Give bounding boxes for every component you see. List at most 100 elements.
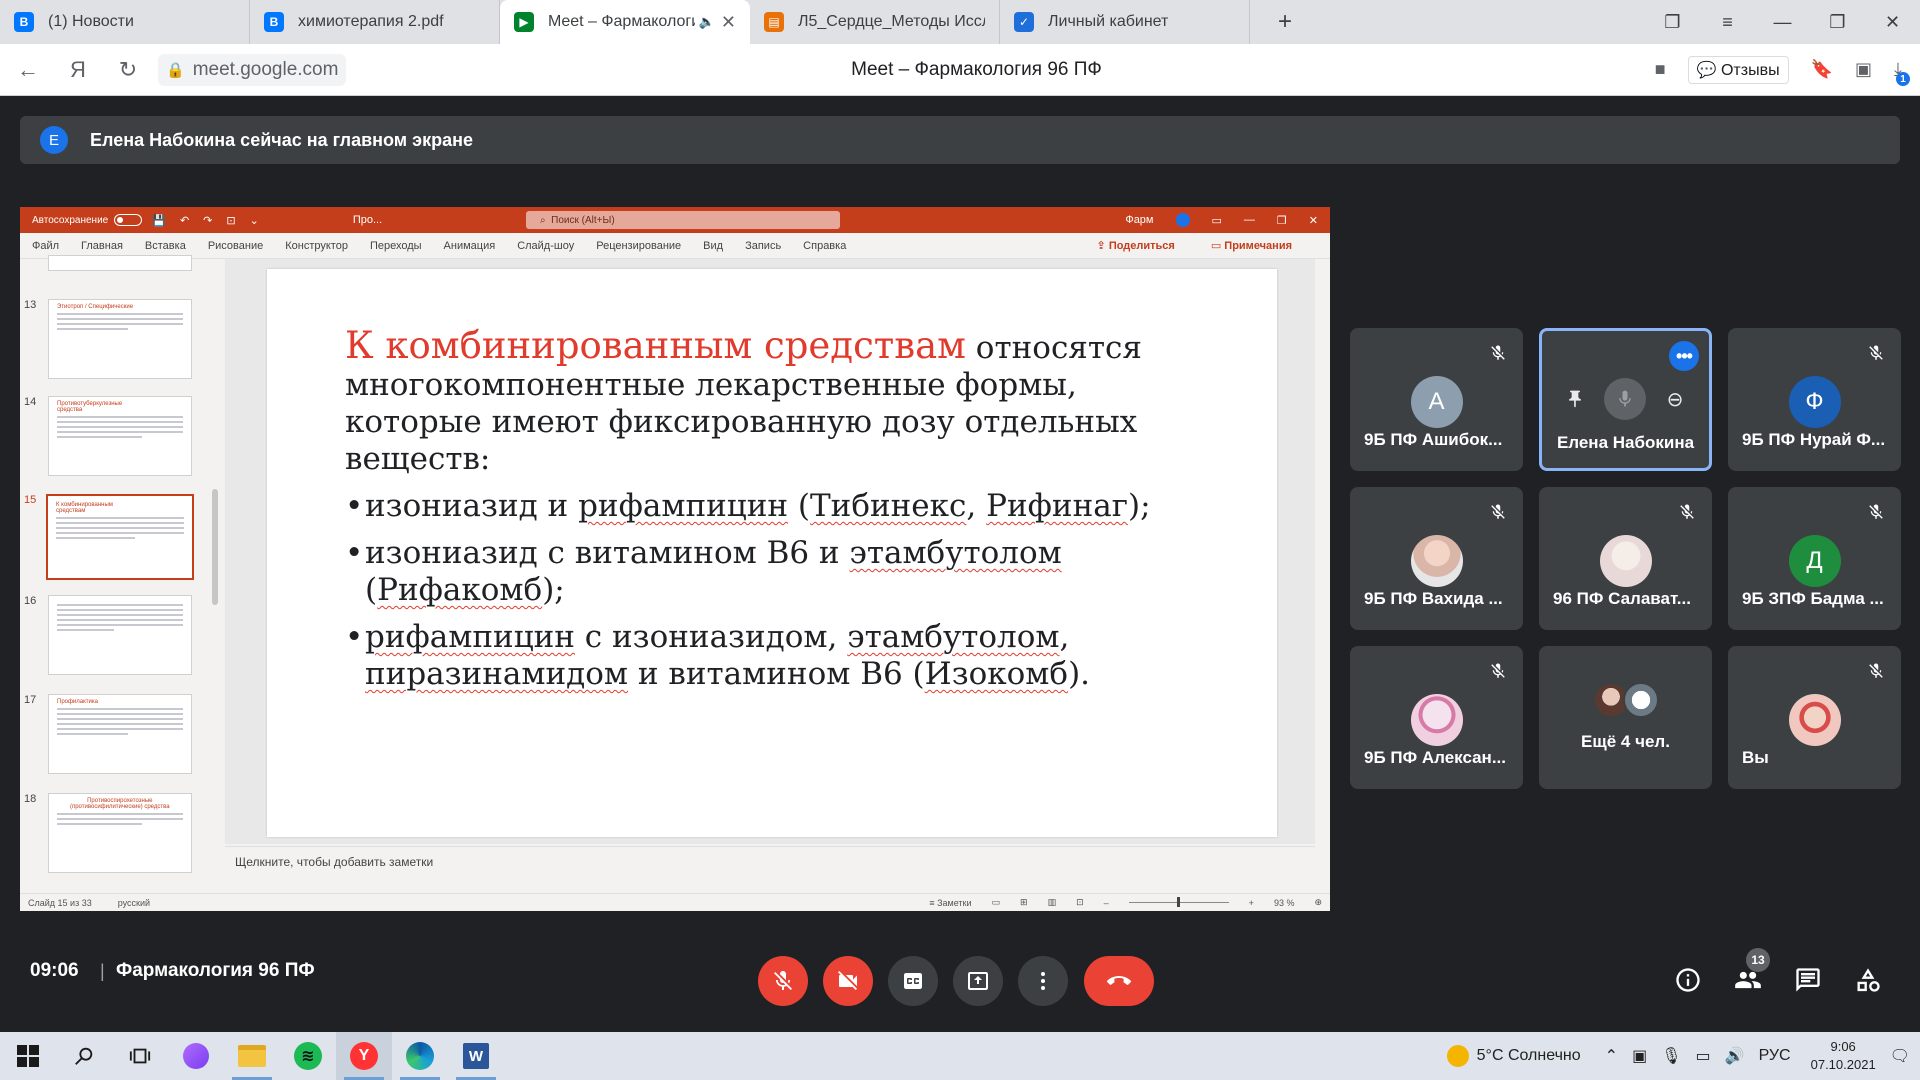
minimize-icon[interactable]: — <box>1755 12 1810 33</box>
participant-tile[interactable]: 96 ПФ Салават... <box>1539 487 1712 630</box>
download-icon[interactable]: ⤓ 1 <box>1894 59 1910 86</box>
menu-icon[interactable]: ≡ <box>1700 12 1755 33</box>
browser-tab-news[interactable]: B (1) Новости <box>0 0 250 44</box>
camera-icon[interactable]: ■ <box>1655 59 1666 80</box>
chevron-up-icon[interactable]: ⌃ <box>1605 1046 1618 1066</box>
notifications-icon[interactable]: 🗨 <box>1890 1046 1910 1066</box>
search-button[interactable] <box>56 1032 112 1080</box>
restore-icon[interactable]: ❐ <box>1810 12 1865 33</box>
zoom-in-icon: + <box>1248 897 1254 908</box>
speaker-icon[interactable]: 🔈 <box>699 14 715 30</box>
thumb-number: 18 <box>24 793 37 805</box>
close-window-icon[interactable]: ✕ <box>1865 12 1920 33</box>
close-tab-icon[interactable]: ✕ <box>721 12 736 33</box>
meeting-time: 09:06 <box>30 960 79 981</box>
present-button[interactable] <box>953 956 1003 1006</box>
tab-label: Личный кабинет <box>1048 13 1169 30</box>
spotify-button[interactable]: ≋ <box>280 1032 336 1080</box>
clock[interactable]: 9:06 07.10.2021 <box>1811 1038 1876 1074</box>
start-button[interactable] <box>0 1032 56 1080</box>
task-view-button[interactable] <box>112 1032 168 1080</box>
back-icon[interactable]: ← <box>6 48 50 92</box>
network-icon[interactable]: ▭ <box>1696 1046 1711 1066</box>
word-button[interactable]: W <box>448 1032 504 1080</box>
collections-icon[interactable]: ▣ <box>1855 59 1872 80</box>
mic-off-icon <box>774 971 792 990</box>
explorer-button[interactable] <box>224 1032 280 1080</box>
meeting-separator: | <box>100 961 105 981</box>
toggle-camera-button[interactable] <box>823 956 873 1006</box>
slide-thumbnail: Этиотроп / Специфические <box>48 299 192 379</box>
more-options-button[interactable] <box>1018 956 1068 1006</box>
participant-tile[interactable]: Ф 9Б ПФ Нурай Ф... <box>1728 328 1901 471</box>
meet-now-icon[interactable]: ▣ <box>1632 1046 1647 1066</box>
status-notes: ≡ Заметки <box>929 897 972 908</box>
weather-widget[interactable]: 5°C Солнечно <box>1446 1045 1581 1067</box>
slide-thumbnail-selected: К комбинированным средствам <box>46 494 194 580</box>
ppt-minimize-icon: — <box>1243 214 1255 226</box>
input-language[interactable]: РУС <box>1759 1047 1791 1065</box>
ppt-search: ⌕ Поиск (Alt+Ы) <box>526 211 840 229</box>
yandex-browser-button[interactable]: Y <box>336 1032 392 1080</box>
autosave-toggle <box>114 214 143 226</box>
more-options-icon[interactable]: ••• <box>1669 341 1699 371</box>
chat-button[interactable] <box>1790 962 1826 998</box>
slide-thumbnail <box>48 255 192 271</box>
browser-tab-meet[interactable]: ▶ Meet – Фармакологи 🔈 ✕ <box>500 0 750 44</box>
download-count: 1 <box>1896 72 1910 86</box>
bookmark-icon[interactable]: 🔖 <box>1811 59 1833 80</box>
leave-call-button[interactable] <box>1084 956 1154 1006</box>
clock-date: 07.10.2021 <box>1810 1057 1876 1072</box>
participant-tile[interactable]: А 9Б ПФ Ашибок... <box>1350 328 1523 471</box>
vk-icon: B <box>264 12 284 32</box>
yandex-icon[interactable]: Я <box>56 48 100 92</box>
participant-tile[interactable]: Д 9Б ЗПФ Бадма ... <box>1728 487 1901 630</box>
participant-name: 9Б ЗПФ Бадма ... <box>1742 589 1884 608</box>
banner-text: Елена Набокина сейчас на главном экране <box>90 129 473 150</box>
slide-scrollbar <box>1315 259 1330 844</box>
more-participants-tile[interactable]: Ещё 4 чел. <box>1539 646 1712 789</box>
word-icon: W <box>463 1043 489 1069</box>
thumb-title: Противоспирохетозные (противосифилитичес… <box>69 798 170 810</box>
meeting-details-button[interactable] <box>1670 962 1706 998</box>
ppt-file-label: Про... <box>352 214 383 226</box>
pin-icon[interactable] <box>1554 378 1596 420</box>
alice-button[interactable] <box>168 1032 224 1080</box>
ppt-restore-icon: ❐ <box>1276 214 1287 227</box>
edge-icon <box>406 1042 434 1070</box>
captions-button[interactable] <box>888 956 938 1006</box>
toggle-mic-button[interactable] <box>758 956 808 1006</box>
tile-hover-controls: ⊖ <box>1554 375 1696 423</box>
task-view-icon <box>129 1048 151 1064</box>
participant-mini-avatar <box>1623 682 1659 718</box>
browser-tab-pdf[interactable]: B химиотерапия 2.pdf <box>250 0 500 44</box>
mic-icon[interactable] <box>1604 378 1646 420</box>
volume-icon[interactable]: 🔊 <box>1725 1046 1745 1066</box>
microphone-icon[interactable]: 🎙 <box>1661 1046 1681 1066</box>
self-tile[interactable]: Вы <box>1728 646 1901 789</box>
window-controls: ❐ ≡ — ❐ ✕ <box>1645 0 1920 44</box>
remove-icon[interactable]: ⊖ <box>1654 378 1696 420</box>
participant-tile[interactable]: 9Б ПФ Алексан... <box>1350 646 1523 789</box>
browser-tab-cabinet[interactable]: ✓ Личный кабинет <box>1000 0 1250 44</box>
slide-bullet: рифампицин с изониазидом, этамбутолом, п… <box>345 619 1203 693</box>
ppt-menu-item: Переходы <box>369 239 422 252</box>
zoom-slider <box>1128 897 1229 907</box>
participant-avatar: А <box>1410 376 1463 428</box>
participant-tile-active[interactable]: ••• ⊖ Елена Набокина <box>1539 328 1712 471</box>
activities-button[interactable] <box>1850 962 1886 998</box>
reload-icon[interactable]: ↻ <box>106 48 150 92</box>
browser-tab-doc[interactable]: ▤ Л5_Сердце_Методы Иссле <box>750 0 1000 44</box>
url-field[interactable]: 🔒 meet.google.com <box>158 53 347 86</box>
meeting-title: Фармакология 96 ПФ <box>116 960 315 981</box>
participant-tile[interactable]: 9Б ПФ Вахида ... <box>1350 487 1523 630</box>
feedback-button[interactable]: 💬 Отзывы <box>1687 55 1789 84</box>
thumb-title: Противотуберкулезные средства <box>57 401 123 413</box>
ppt-search-text: Поиск (Alt+Ы) <box>551 214 615 226</box>
spotify-icon: ≋ <box>294 1042 322 1070</box>
tabs-icon[interactable]: ❐ <box>1645 12 1700 33</box>
edge-button[interactable] <box>392 1032 448 1080</box>
new-tab-button[interactable]: + <box>1270 7 1300 37</box>
participant-name: Вы <box>1742 748 1769 767</box>
thumb-title: Этиотроп / Специфические <box>57 304 134 310</box>
